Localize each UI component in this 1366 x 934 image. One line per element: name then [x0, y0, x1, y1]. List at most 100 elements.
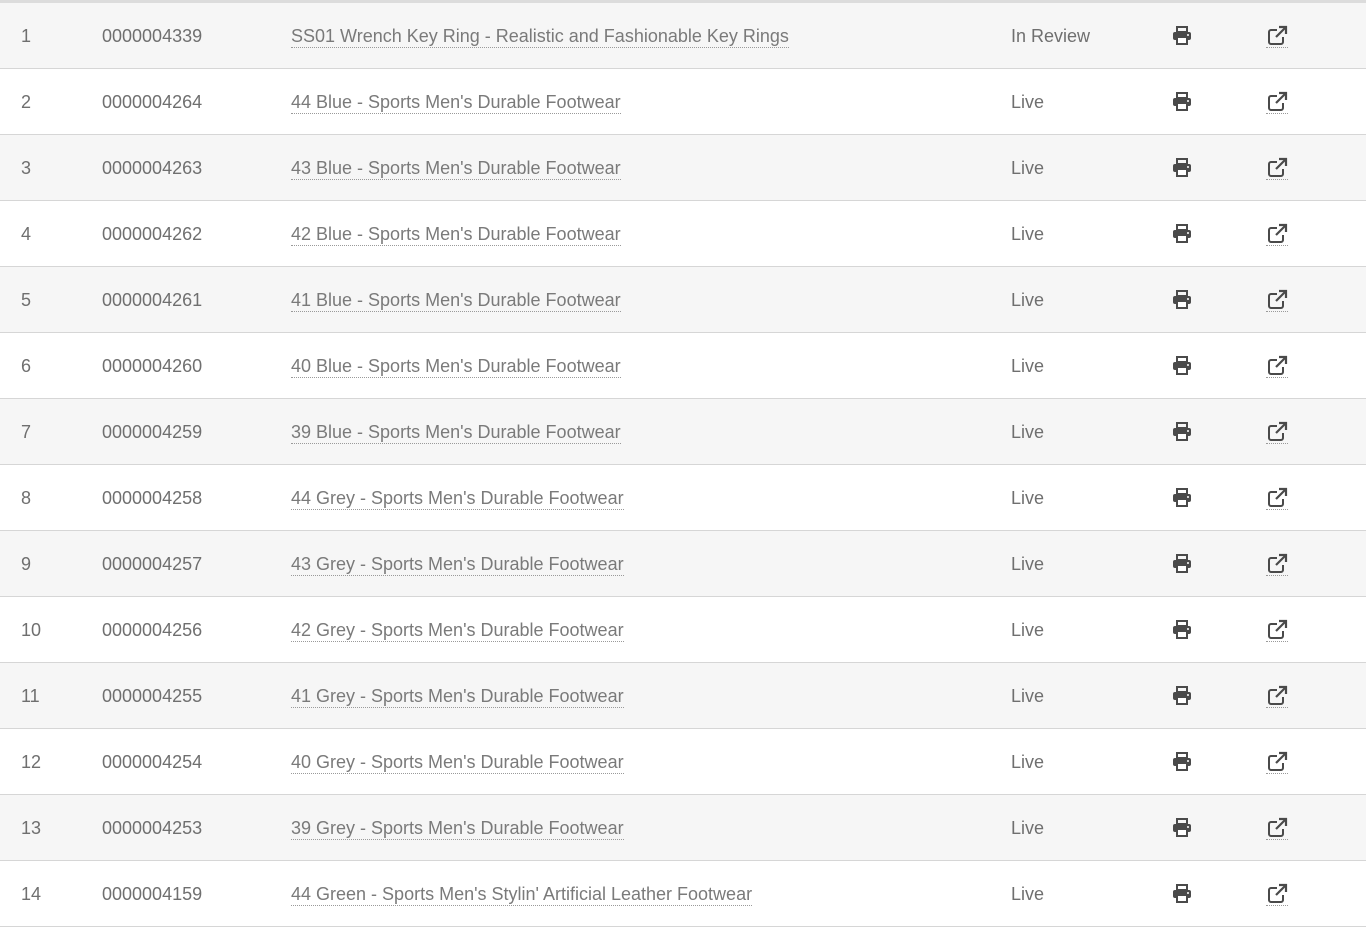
external-link-icon[interactable]	[1266, 289, 1288, 312]
open-cell	[1266, 861, 1288, 926]
product-name-link[interactable]: 44 Blue - Sports Men's Durable Footwear	[291, 92, 621, 114]
product-sku: 0000004255	[102, 686, 203, 706]
product-name-cell: 43 Blue - Sports Men's Durable Footwear	[291, 135, 621, 200]
print-icon[interactable]	[1171, 553, 1193, 575]
product-name-link[interactable]: 39 Grey - Sports Men's Durable Footwear	[291, 818, 624, 840]
print-icon[interactable]	[1171, 487, 1193, 509]
status-text: Live	[1011, 818, 1045, 838]
row-index: 3	[21, 158, 32, 178]
open-cell	[1266, 531, 1288, 596]
external-link-icon[interactable]	[1266, 421, 1288, 444]
product-name-cell: 43 Grey - Sports Men's Durable Footwear	[291, 531, 624, 596]
external-link-icon[interactable]	[1266, 355, 1288, 378]
print-icon[interactable]	[1171, 883, 1193, 905]
print-cell	[1171, 531, 1193, 596]
product-name-cell: SS01 Wrench Key Ring - Realistic and Fas…	[291, 3, 789, 68]
product-name-cell: 44 Green - Sports Men's Stylin' Artifici…	[291, 861, 753, 926]
print-cell	[1171, 201, 1193, 266]
row-index: 2	[21, 92, 32, 112]
external-link-icon[interactable]	[1266, 751, 1288, 774]
row-index: 9	[21, 554, 32, 574]
print-icon[interactable]	[1171, 223, 1193, 245]
print-icon[interactable]	[1171, 355, 1193, 377]
product-sku: 0000004254	[102, 752, 203, 772]
external-link-icon[interactable]	[1266, 91, 1288, 114]
product-name-cell: 42 Blue - Sports Men's Durable Footwear	[291, 201, 621, 266]
table-row: 7 0000004259 39 Blue - Sports Men's Dura…	[0, 399, 1366, 465]
open-cell	[1266, 399, 1288, 464]
external-link-icon[interactable]	[1266, 223, 1288, 246]
print-cell	[1171, 69, 1193, 134]
row-index: 8	[21, 488, 32, 508]
table-row: 3 0000004263 43 Blue - Sports Men's Dura…	[0, 135, 1366, 201]
product-sku: 0000004264	[102, 92, 203, 112]
table-row: 14 0000004159 44 Green - Sports Men's St…	[0, 861, 1366, 927]
external-link-icon[interactable]	[1266, 25, 1288, 48]
print-cell	[1171, 795, 1193, 860]
print-icon[interactable]	[1171, 25, 1193, 47]
product-name-link[interactable]: 44 Green - Sports Men's Stylin' Artifici…	[291, 884, 753, 906]
status-text: Live	[1011, 158, 1045, 178]
product-name-cell: 44 Grey - Sports Men's Durable Footwear	[291, 465, 624, 530]
external-link-icon[interactable]	[1266, 487, 1288, 510]
row-index: 10	[21, 620, 42, 640]
status-text: In Review	[1011, 26, 1091, 46]
external-link-icon[interactable]	[1266, 619, 1288, 642]
print-cell	[1171, 399, 1193, 464]
table-row: 8 0000004258 44 Grey - Sports Men's Dura…	[0, 465, 1366, 531]
external-link-icon[interactable]	[1266, 553, 1288, 576]
product-name-link[interactable]: 39 Blue - Sports Men's Durable Footwear	[291, 422, 621, 444]
row-index: 1	[21, 26, 32, 46]
print-cell	[1171, 333, 1193, 398]
row-index: 7	[21, 422, 32, 442]
product-name-link[interactable]: 42 Grey - Sports Men's Durable Footwear	[291, 620, 624, 642]
table-row: 6 0000004260 40 Blue - Sports Men's Dura…	[0, 333, 1366, 399]
status-text: Live	[1011, 686, 1045, 706]
row-index: 14	[21, 884, 42, 904]
product-name-cell: 44 Blue - Sports Men's Durable Footwear	[291, 69, 621, 134]
product-sku: 0000004258	[102, 488, 203, 508]
print-icon[interactable]	[1171, 289, 1193, 311]
status-text: Live	[1011, 422, 1045, 442]
print-icon[interactable]	[1171, 421, 1193, 443]
table-row: 2 0000004264 44 Blue - Sports Men's Dura…	[0, 69, 1366, 135]
print-cell	[1171, 861, 1193, 926]
product-name-link[interactable]: 41 Blue - Sports Men's Durable Footwear	[291, 290, 621, 312]
print-icon[interactable]	[1171, 157, 1193, 179]
external-link-icon[interactable]	[1266, 685, 1288, 708]
row-index: 6	[21, 356, 32, 376]
product-name-link[interactable]: 44 Grey - Sports Men's Durable Footwear	[291, 488, 624, 510]
open-cell	[1266, 729, 1288, 794]
print-cell	[1171, 267, 1193, 332]
row-index: 4	[21, 224, 32, 244]
product-name-link[interactable]: 43 Blue - Sports Men's Durable Footwear	[291, 158, 621, 180]
open-cell	[1266, 135, 1288, 200]
print-icon[interactable]	[1171, 817, 1193, 839]
product-name-cell: 41 Blue - Sports Men's Durable Footwear	[291, 267, 621, 332]
product-name-link[interactable]: 40 Grey - Sports Men's Durable Footwear	[291, 752, 624, 774]
product-name-link[interactable]: 42 Blue - Sports Men's Durable Footwear	[291, 224, 621, 246]
table-row: 10 0000004256 42 Grey - Sports Men's Dur…	[0, 597, 1366, 663]
product-name-link[interactable]: 43 Grey - Sports Men's Durable Footwear	[291, 554, 624, 576]
print-icon[interactable]	[1171, 751, 1193, 773]
product-name-cell: 39 Blue - Sports Men's Durable Footwear	[291, 399, 621, 464]
status-text: Live	[1011, 488, 1045, 508]
open-cell	[1266, 267, 1288, 332]
external-link-icon[interactable]	[1266, 817, 1288, 840]
status-text: Live	[1011, 620, 1045, 640]
print-cell	[1171, 3, 1193, 68]
product-name-link[interactable]: 41 Grey - Sports Men's Durable Footwear	[291, 686, 624, 708]
product-name-cell: 39 Grey - Sports Men's Durable Footwear	[291, 795, 624, 860]
product-name-link[interactable]: SS01 Wrench Key Ring - Realistic and Fas…	[291, 26, 789, 48]
open-cell	[1266, 597, 1288, 662]
external-link-icon[interactable]	[1266, 157, 1288, 180]
table-row: 9 0000004257 43 Grey - Sports Men's Dura…	[0, 531, 1366, 597]
table-row: 11 0000004255 41 Grey - Sports Men's Dur…	[0, 663, 1366, 729]
product-sku: 0000004257	[102, 554, 203, 574]
product-name-link[interactable]: 40 Blue - Sports Men's Durable Footwear	[291, 356, 621, 378]
status-text: Live	[1011, 290, 1045, 310]
external-link-icon[interactable]	[1266, 883, 1288, 906]
print-icon[interactable]	[1171, 91, 1193, 113]
print-icon[interactable]	[1171, 685, 1193, 707]
print-icon[interactable]	[1171, 619, 1193, 641]
